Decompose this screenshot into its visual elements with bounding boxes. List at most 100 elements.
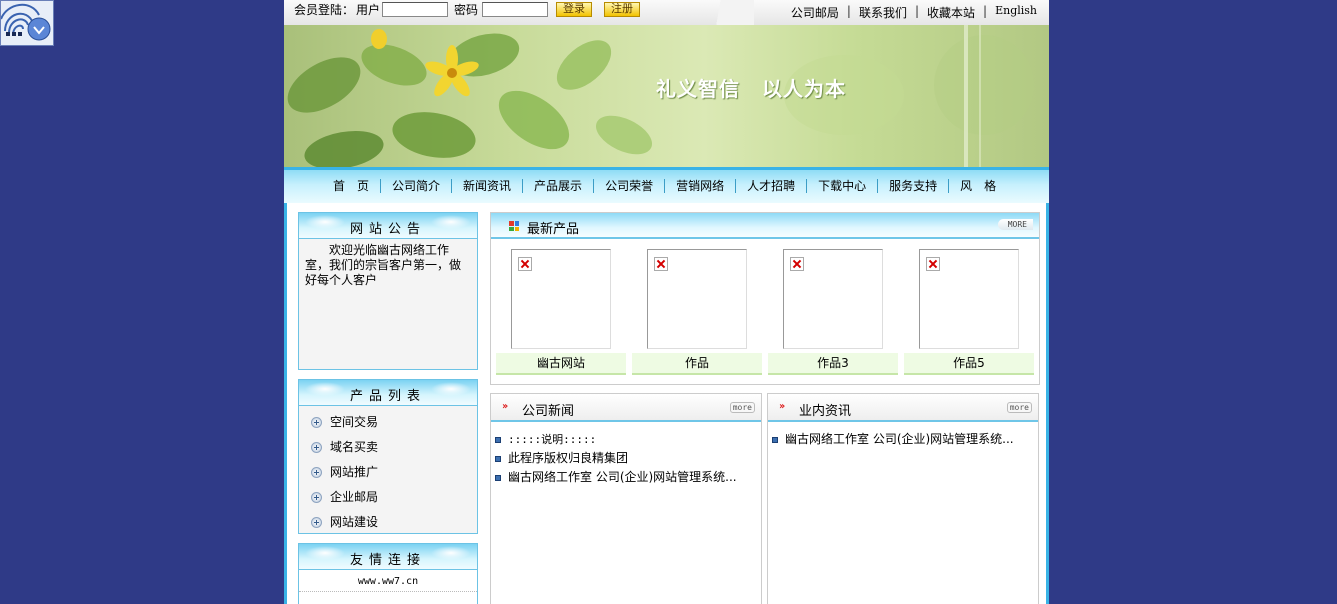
square-bullet-icon [772, 436, 778, 443]
list-item[interactable]: 幽古网络工作室 公司(企业)网站管理系统... [495, 468, 761, 487]
notice-title: 网站公告 [349, 222, 426, 237]
list-item-label: 域名买卖 [330, 440, 379, 454]
company-news-title: 公司新闻 [522, 404, 575, 419]
product-thumbnail[interactable] [783, 249, 883, 349]
slogan-part-2: 以人为本 [762, 77, 846, 101]
separator: | [983, 4, 988, 18]
product-caption[interactable]: 作品 [632, 353, 762, 375]
list-item-label: 空间交易 [330, 415, 379, 429]
list-item[interactable]: 幽古网络工作室 公司(企业)网站管理系统... [772, 430, 1038, 449]
product-card[interactable]: 作品5 [904, 247, 1034, 375]
link-contact-us[interactable]: 联系我们 [859, 4, 907, 21]
list-item[interactable]: 空间交易 [311, 410, 477, 435]
nav-item-products[interactable]: 产品展示 [522, 179, 593, 193]
product-thumbnail[interactable] [647, 249, 747, 349]
fingerprint-widget-icon[interactable] [0, 0, 54, 46]
list-item-label: 网站推广 [330, 465, 379, 479]
product-caption[interactable]: 幽古网站 [496, 353, 626, 375]
notice-box: 网站公告 欢迎光临幽古网络工作室，我们的宗旨客户第一，做好每个人客户 [298, 212, 478, 370]
industry-news-title: 业内资讯 [799, 404, 852, 419]
broken-image-icon [926, 257, 940, 271]
login-button[interactable]: 登录 [556, 1, 593, 17]
list-item[interactable]: 此程序版权归良精集团 [495, 449, 761, 468]
friend-links-box: 友情连接 www.ww7.cn [298, 543, 478, 604]
news-link[interactable]: 幽古网络工作室 公司(企业)网站管理系统... [785, 430, 1014, 449]
banner-slogan: 礼义智信 以人为本 [656, 73, 846, 102]
plus-bullet-icon [311, 492, 322, 503]
content-area: 网站公告 欢迎光临幽古网络工作室，我们的宗旨客户第一，做好每个人客户 产品列表 … [284, 203, 1049, 604]
nav-item-network[interactable]: 营销网络 [664, 179, 735, 193]
product-card[interactable]: 幽古网站 [496, 247, 626, 375]
product-list-box: 产品列表 空间交易 域名买卖 网站推广 企业邮局 网站建设 [298, 379, 478, 534]
product-card[interactable]: 作品3 [768, 247, 898, 375]
plus-bullet-icon [311, 467, 322, 478]
main-nav: 首 页 公司简介 新闻资讯 产品展示 公司荣誉 营销网络 人才招聘 下载中心 服… [284, 167, 1049, 203]
broken-image-icon [790, 257, 804, 271]
plus-bullet-icon [311, 417, 322, 428]
product-caption[interactable]: 作品3 [768, 353, 898, 375]
product-thumbnail[interactable] [511, 249, 611, 349]
plus-bullet-icon [311, 517, 322, 528]
link-bookmark-site[interactable]: 收藏本站 [927, 4, 975, 21]
banner: 礼义智信 以人为本 [284, 25, 1049, 167]
slogan-part-1: 礼义智信 [656, 77, 740, 101]
company-news-header: ›› 公司新闻 more [491, 394, 761, 422]
friend-links-header: 友情连接 [299, 544, 477, 570]
friend-link[interactable]: www.ww7.cn [299, 570, 477, 592]
friend-links-title: 友情连接 [349, 553, 426, 568]
list-item[interactable]: 网站推广 [311, 460, 477, 485]
more-button[interactable]: MORE [997, 219, 1033, 230]
product-list-title: 产品列表 [349, 389, 426, 404]
nav-item-downloads[interactable]: 下载中心 [806, 179, 877, 193]
topbar-divider [664, 0, 754, 25]
news-link[interactable]: 此程序版权归良精集团 [508, 449, 628, 468]
list-item[interactable]: 域名买卖 [311, 435, 477, 460]
nav-item-news[interactable]: 新闻资讯 [451, 179, 522, 193]
industry-news-header: ›› 业内资讯 more [768, 394, 1038, 422]
latest-products-title: 最新产品 [527, 222, 580, 237]
list-item[interactable]: :::::说明::::: [495, 430, 761, 449]
link-company-mail[interactable]: 公司邮局 [791, 4, 839, 21]
nav-item-honors[interactable]: 公司荣誉 [593, 179, 664, 193]
nav-item-about[interactable]: 公司简介 [380, 179, 451, 193]
broken-image-icon [518, 257, 532, 271]
product-grid: 幽古网站 作品 作品3 作品5 [496, 247, 1034, 375]
password-label: 密码 [454, 2, 479, 17]
latest-products-panel: 最新产品 MORE 幽古网站 作品 作品3 作品5 [490, 212, 1040, 385]
company-news-panel: ›› 公司新闻 more :::::说明::::: 此程序版权归良精集团 幽古网… [490, 393, 762, 604]
product-caption[interactable]: 作品5 [904, 353, 1034, 375]
login-form: 会员登陆： 用户 密码 登录 注册 [294, 0, 641, 18]
top-links: 公司邮局 | 联系我们 | 收藏本站 | English [791, 4, 1037, 21]
link-english[interactable]: English [995, 4, 1037, 21]
more-button[interactable]: more [729, 402, 755, 413]
separator: | [914, 4, 920, 18]
product-thumbnail[interactable] [919, 249, 1019, 349]
news-link[interactable]: 幽古网络工作室 公司(企业)网站管理系统... [508, 468, 737, 487]
register-button[interactable]: 注册 [604, 1, 641, 17]
grid-icon [509, 221, 519, 231]
square-bullet-icon [495, 436, 501, 443]
broken-image-icon [654, 257, 668, 271]
list-item[interactable]: 企业邮局 [311, 485, 477, 510]
news-link[interactable]: :::::说明::::: [508, 430, 596, 449]
user-label: 用户 [356, 2, 381, 17]
square-bullet-icon [495, 474, 501, 481]
industry-news-panel: ›› 业内资讯 more 幽古网络工作室 公司(企业)网站管理系统... [767, 393, 1039, 604]
notice-text: 欢迎光临幽古网络工作室，我们的宗旨客户第一，做好每个人客户 [305, 243, 462, 287]
square-bullet-icon [495, 455, 501, 462]
password-input[interactable] [482, 1, 549, 17]
nav-item-style[interactable]: 风 格 [948, 179, 1007, 193]
separator: | [846, 4, 851, 18]
nav-item-home[interactable]: 首 页 [322, 179, 380, 193]
notice-header: 网站公告 [299, 213, 477, 239]
nav-item-jobs[interactable]: 人才招聘 [735, 179, 806, 193]
nav-item-support[interactable]: 服务支持 [877, 179, 948, 193]
list-item-label: 网站建设 [330, 515, 379, 529]
list-item[interactable]: 网站建设 [311, 510, 477, 535]
double-arrow-icon: ›› [779, 401, 785, 412]
page-container: 会员登陆： 用户 密码 登录 注册 公司邮局 | 联系我们 | 收藏本站 | E… [284, 0, 1049, 604]
username-input[interactable] [382, 1, 449, 17]
more-button[interactable]: more [1006, 402, 1032, 413]
double-arrow-icon: ›› [502, 401, 508, 412]
product-card[interactable]: 作品 [632, 247, 762, 375]
